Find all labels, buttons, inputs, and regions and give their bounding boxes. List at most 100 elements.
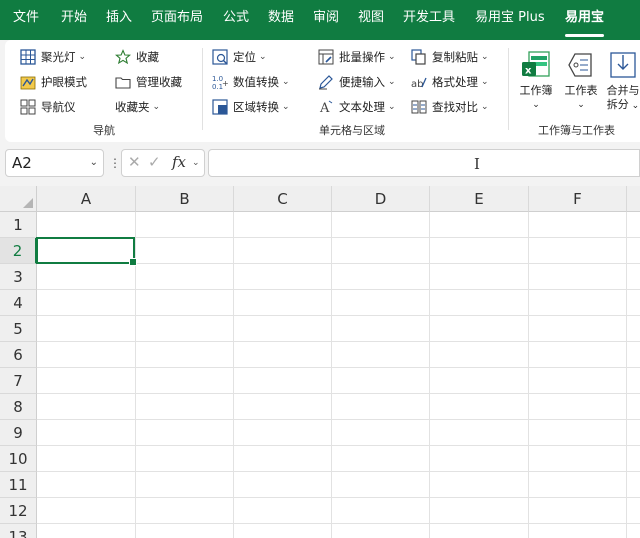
row-header-8[interactable]: 8 [0, 394, 37, 420]
confirm-icon[interactable]: ✓ [148, 153, 161, 171]
tab-page-layout[interactable]: 页面布局 [151, 0, 203, 40]
chevron-down-icon: ⌄ [628, 101, 640, 111]
active-cell-a2[interactable] [36, 237, 137, 266]
number-convert-button[interactable]: 1.0 0.1 + 数值转换 ⌄ [212, 71, 290, 93]
navigator-icon [20, 99, 36, 115]
copy-icon [411, 49, 427, 65]
batch-ops-button[interactable]: 批量操作 ⌄ [318, 46, 396, 68]
tab-data[interactable]: 数据 [268, 0, 294, 40]
gridline [528, 212, 529, 538]
row-header-6[interactable]: 6 [0, 342, 37, 368]
navigator-label: 导航仪 [41, 100, 76, 114]
gridline [37, 315, 640, 316]
cells-group-label: 单元格与区域 [319, 124, 385, 137]
favorite-button[interactable]: 收藏 [114, 46, 159, 68]
row-header-12[interactable]: 12 [0, 498, 37, 524]
select-all-button[interactable] [0, 186, 37, 212]
workbook-label: 工作簿 [519, 84, 553, 97]
insert-function-icon[interactable]: fx [172, 153, 186, 171]
tab-review[interactable]: 审阅 [313, 0, 339, 40]
gridline [429, 212, 430, 538]
tab-home[interactable]: 开始 [61, 0, 87, 40]
tab-yiyongbao[interactable]: 易用宝 [565, 0, 605, 40]
folder-icon [115, 74, 131, 90]
row-header-9[interactable]: 9 [0, 420, 37, 446]
column-header-a[interactable]: A [37, 186, 136, 212]
gridline [233, 212, 234, 538]
range-icon [212, 99, 228, 115]
merge-split-label-1: 合并与 [606, 84, 640, 97]
copy-paste-label: 复制粘贴 [432, 50, 478, 64]
more-options-icon[interactable]: ⋮ [109, 156, 121, 170]
row-header-11[interactable]: 11 [0, 472, 37, 498]
column-header-g-partial[interactable] [627, 186, 640, 212]
row-header-7[interactable]: 7 [0, 368, 37, 394]
column-header-b[interactable]: B [136, 186, 234, 212]
column-header-d[interactable]: D [332, 186, 430, 212]
manage-favorites-label: 管理收藏 [136, 75, 182, 89]
cancel-icon[interactable]: ✕ [128, 153, 141, 171]
locate-button[interactable]: 定位 ⌄ [212, 46, 267, 68]
row-header-2[interactable]: 2 [0, 238, 37, 264]
favorites-folder-button[interactable]: 收藏夹 ⌄ [115, 96, 160, 118]
tab-file[interactable]: 文件 [13, 0, 39, 40]
column-header-e[interactable]: E [430, 186, 529, 212]
chevron-down-icon: ⌄ [152, 102, 161, 112]
gridline [37, 367, 640, 368]
copy-paste-button[interactable]: 复制粘贴 ⌄ [411, 46, 489, 68]
find-compare-label: 查找对比 [432, 100, 478, 114]
quick-input-label: 便捷输入 [339, 75, 385, 89]
format-process-button[interactable]: ab 格式处理 ⌄ [411, 71, 489, 93]
formula-input[interactable]: I [208, 149, 640, 177]
text-process-button[interactable]: A 文本处理 ⌄ [318, 96, 396, 118]
chevron-down-icon: ⌄ [577, 100, 585, 110]
grid-icon [20, 49, 36, 65]
nav-group-label: 导航 [93, 124, 115, 137]
merge-split-button[interactable]: 合并与 拆分 ⌄ [603, 50, 640, 114]
quick-input-button[interactable]: 便捷输入 ⌄ [318, 71, 396, 93]
gridline [37, 289, 640, 290]
gridline [37, 445, 640, 446]
navigator-button[interactable]: 导航仪 [20, 96, 76, 118]
tab-insert[interactable]: 插入 [106, 0, 132, 40]
worksheet-button[interactable]: 工作表 ⌄ [561, 50, 601, 114]
text-icon: A [318, 99, 334, 116]
ribbon: 聚光灯 ⌄ 护眼模式 导航仪 收藏 管理收藏 收藏夹 ⌄ 导航 定位 ⌄ 1.0… [5, 40, 640, 142]
workbook-button[interactable]: x 工作簿 ⌄ [516, 50, 556, 114]
find-compare-button[interactable]: 查找对比 ⌄ [411, 96, 489, 118]
formula-controls: ✕ ✓ fx ⌄ [121, 149, 205, 177]
favorites-folder-label: 收藏夹 [115, 100, 150, 114]
formula-bar: A2 ⌄ ⋮ ✕ ✓ fx ⌄ I [0, 142, 640, 186]
spotlight-button[interactable]: 聚光灯 ⌄ [20, 46, 86, 68]
name-box-value: A2 [12, 154, 32, 172]
manage-favorites-button[interactable]: 管理收藏 [115, 71, 182, 93]
row-header-5[interactable]: 5 [0, 316, 37, 342]
svg-text:A: A [319, 101, 330, 115]
chevron-down-icon[interactable]: ⌄ [192, 158, 200, 168]
book-group-label: 工作簿与工作表 [538, 124, 615, 137]
tab-yiyongbao-plus[interactable]: 易用宝 Plus [475, 0, 545, 40]
row-header-13[interactable]: 13 [0, 524, 37, 538]
tab-view[interactable]: 视图 [358, 0, 384, 40]
row-header-1[interactable]: 1 [0, 212, 37, 238]
group-divider [202, 48, 203, 130]
row-header-3[interactable]: 3 [0, 264, 37, 290]
group-divider [508, 48, 509, 130]
gridline [37, 419, 640, 420]
column-header-c[interactable]: C [234, 186, 332, 212]
eye-mode-button[interactable]: 护眼模式 [20, 71, 87, 93]
locate-label: 定位 [233, 50, 256, 64]
svg-text:x: x [525, 66, 532, 77]
row-header-4[interactable]: 4 [0, 290, 37, 316]
format-process-label: 格式处理 [432, 75, 478, 89]
menu-bar: 文件 开始 插入 页面布局 公式 数据 审阅 视图 开发工具 易用宝 Plus … [0, 0, 640, 40]
chevron-down-icon[interactable]: ⌄ [90, 157, 98, 168]
tab-formulas[interactable]: 公式 [223, 0, 249, 40]
tab-developer[interactable]: 开发工具 [403, 0, 455, 40]
name-box[interactable]: A2 ⌄ [5, 149, 104, 177]
range-convert-button[interactable]: 区域转换 ⌄ [212, 96, 290, 118]
column-header-f[interactable]: F [529, 186, 627, 212]
row-header-10[interactable]: 10 [0, 446, 37, 472]
worksheet-tag-icon [565, 50, 597, 80]
favorite-label: 收藏 [136, 50, 159, 64]
